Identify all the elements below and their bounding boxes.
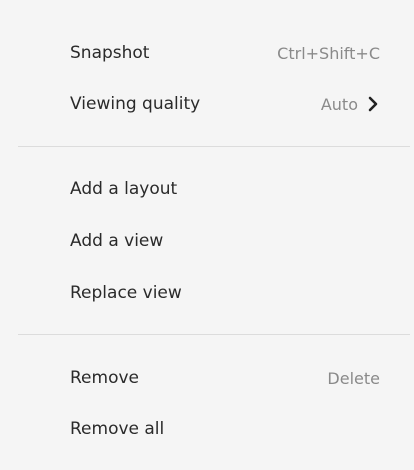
menu-item-label: Remove <box>70 368 139 388</box>
viewing-quality-value: Auto <box>320 94 358 114</box>
menu-item-label: Viewing quality <box>70 94 201 114</box>
menu-item-label: Snapshot <box>70 43 150 63</box>
menu-item-remove-all[interactable]: Remove all <box>70 414 380 444</box>
menu-item-add-layout[interactable]: Add a layout <box>70 174 380 204</box>
menu-item-add-view[interactable]: Add a view <box>70 226 380 256</box>
submenu-value-group: Auto <box>321 95 380 114</box>
menu-item-label: Remove all <box>70 419 165 439</box>
menu-item-snapshot[interactable]: Snapshot Ctrl+Shift+C <box>70 38 380 68</box>
menu-item-viewing-quality[interactable]: Viewing quality Auto <box>70 89 380 119</box>
shortcut-label: Delete <box>327 368 380 388</box>
menu-item-label: Add a layout <box>70 179 178 199</box>
menu-item-remove[interactable]: Remove Delete <box>70 363 380 393</box>
shortcut-label: Ctrl+Shift+C <box>277 43 380 63</box>
menu-item-label: Add a view <box>70 231 164 251</box>
menu-divider <box>18 334 410 335</box>
chevron-right-icon <box>368 96 378 112</box>
menu-item-label: Replace view <box>70 283 182 303</box>
menu-divider <box>18 146 410 147</box>
menu-item-replace-view[interactable]: Replace view <box>70 278 380 308</box>
context-menu: Snapshot Ctrl+Shift+C Viewing quality Au… <box>0 0 414 470</box>
